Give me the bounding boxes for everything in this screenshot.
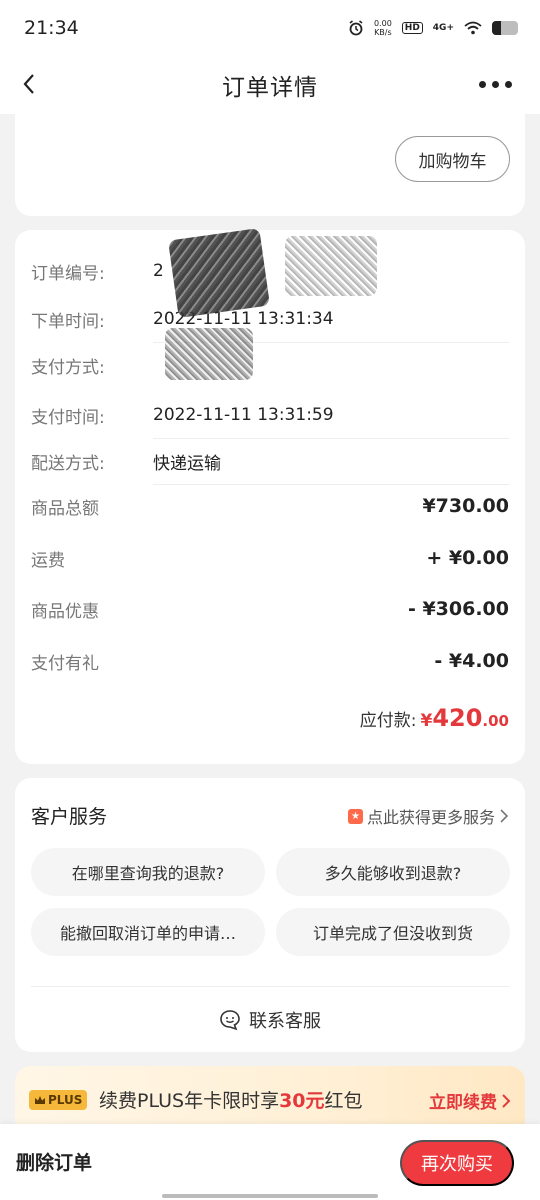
- delivery-method-value: 快递运输: [153, 453, 221, 474]
- more-services-label: 点此获得更多服务: [366, 808, 495, 827]
- payment-gift-value: - ¥4.00: [434, 650, 509, 672]
- contact-service-button[interactable]: 联系客服: [15, 1000, 525, 1040]
- order-time-row: 下单时间: 2022-11-11 13:31:34: [31, 296, 509, 342]
- order-time-label: 下单时间:: [31, 311, 105, 332]
- faq-chip[interactable]: 能撤回取消订单的申请…: [31, 908, 265, 956]
- divider: [153, 484, 509, 485]
- dot-icon: [505, 80, 512, 88]
- plus-text-suffix: 红包: [324, 1090, 363, 1112]
- crown-icon: [35, 1096, 45, 1104]
- faq-chip[interactable]: 在哪里查询我的退款?: [31, 848, 265, 896]
- redaction-mark: [168, 227, 270, 319]
- payment-gift-row: 支付有礼 - ¥4.00: [31, 641, 509, 681]
- net-speed: 0.00 KB/s: [374, 19, 392, 37]
- hd-badge: HD: [401, 22, 423, 34]
- shipping-fee-label: 运费: [31, 550, 65, 571]
- buy-again-button[interactable]: 再次购买: [400, 1140, 514, 1186]
- plus-text-highlight: 30元: [279, 1090, 325, 1112]
- redaction-mark: [285, 236, 377, 296]
- service-title: 客户服务: [31, 806, 108, 828]
- battery-icon: [492, 21, 518, 35]
- plus-text-prefix: 续费PLUS年卡限时享: [99, 1090, 280, 1112]
- plus-promo-text: 续费PLUS年卡限时享30元红包: [99, 1086, 363, 1113]
- header: 订单详情: [0, 56, 540, 114]
- net-speed-unit: KB/s: [374, 28, 392, 37]
- back-button[interactable]: [22, 66, 52, 102]
- plus-badge: PLUS: [29, 1090, 88, 1110]
- order-number-label: 订单编号:: [31, 263, 105, 284]
- dot-icon: [492, 80, 499, 88]
- status-bar: 21:34 0.00 KB/s HD 4G+: [0, 0, 540, 56]
- goods-total-label: 商品总额: [31, 498, 99, 519]
- renew-now-label: 立即续费: [429, 1093, 497, 1113]
- payment-time-label: 支付时间:: [31, 407, 105, 428]
- order-number-value[interactable]: 2: [153, 261, 164, 281]
- discount-label: 商品优惠: [31, 601, 99, 622]
- faq-chip[interactable]: 订单完成了但没收到货: [276, 908, 510, 956]
- payment-method-row: 支付方式:: [31, 342, 509, 388]
- wifi-icon: [464, 21, 482, 35]
- contact-service-label: 联系客服: [249, 1011, 321, 1032]
- chevron-left-icon: [23, 74, 34, 94]
- network-type: 4G+: [432, 23, 454, 33]
- delete-order-button[interactable]: 删除订单: [16, 1148, 92, 1175]
- bottom-action-bar: 删除订单 再次购买: [0, 1124, 540, 1200]
- payable-integer: 420: [432, 704, 483, 732]
- status-icons: 0.00 KB/s HD 4G+: [348, 19, 518, 37]
- order-info-card: 订单编号: 2 下单时间: 2022-11-11 13:31:34 支付方式: …: [15, 227, 525, 764]
- renew-now-button[interactable]: 立即续费: [429, 1088, 511, 1113]
- status-time: 21:34: [24, 17, 79, 39]
- shipping-fee-value: + ¥0.00: [426, 547, 509, 569]
- more-options-button[interactable]: [479, 68, 512, 100]
- product-card: 加购物车: [15, 114, 525, 216]
- chat-bubble-icon: [220, 1010, 240, 1031]
- page-title: 订单详情: [222, 75, 318, 101]
- star-icon: ★: [347, 808, 363, 824]
- discount-row: 商品优惠 - ¥306.00: [31, 589, 509, 629]
- redaction-mark: [165, 328, 253, 380]
- chevron-right-icon: [500, 809, 509, 823]
- payment-gift-label: 支付有礼: [31, 653, 99, 674]
- delivery-method-label: 配送方式:: [31, 453, 105, 474]
- payment-time-row: 支付时间: 2022-11-11 13:31:59: [31, 392, 509, 438]
- dot-icon: [479, 80, 486, 88]
- shipping-fee-row: 运费 + ¥0.00: [31, 538, 509, 578]
- delivery-method-row: 配送方式: 快递运输: [31, 438, 509, 484]
- goods-total-row: 商品总额 ¥730.00: [31, 486, 509, 526]
- divider: [31, 986, 509, 987]
- discount-value: - ¥306.00: [407, 598, 509, 620]
- add-to-cart-button[interactable]: 加购物车: [395, 136, 510, 182]
- payable-decimal: .00: [482, 712, 509, 730]
- payable-currency: ¥: [420, 711, 433, 731]
- more-services-link[interactable]: ★ 点此获得更多服务: [347, 804, 509, 828]
- net-speed-value: 0.00: [373, 19, 392, 28]
- customer-service-card: 客户服务 ★ 点此获得更多服务 在哪里查询我的退款? 多久能够收到退款? 能撤回…: [15, 778, 525, 1052]
- payment-time-value: 2022-11-11 13:31:59: [153, 405, 334, 425]
- plus-badge-label: PLUS: [48, 1093, 83, 1107]
- chevron-right-icon: [502, 1093, 511, 1108]
- payable-label: 应付款:: [359, 711, 417, 731]
- alarm-icon: [349, 20, 363, 36]
- order-number-row: 订单编号: 2: [31, 248, 509, 294]
- goods-total-value: ¥730.00: [422, 495, 509, 517]
- home-indicator[interactable]: [162, 1194, 378, 1198]
- faq-chip[interactable]: 多久能够收到退款?: [276, 848, 510, 896]
- payment-method-label: 支付方式:: [31, 357, 105, 378]
- payable-amount: 应付款: ¥ 420 .00: [360, 704, 509, 732]
